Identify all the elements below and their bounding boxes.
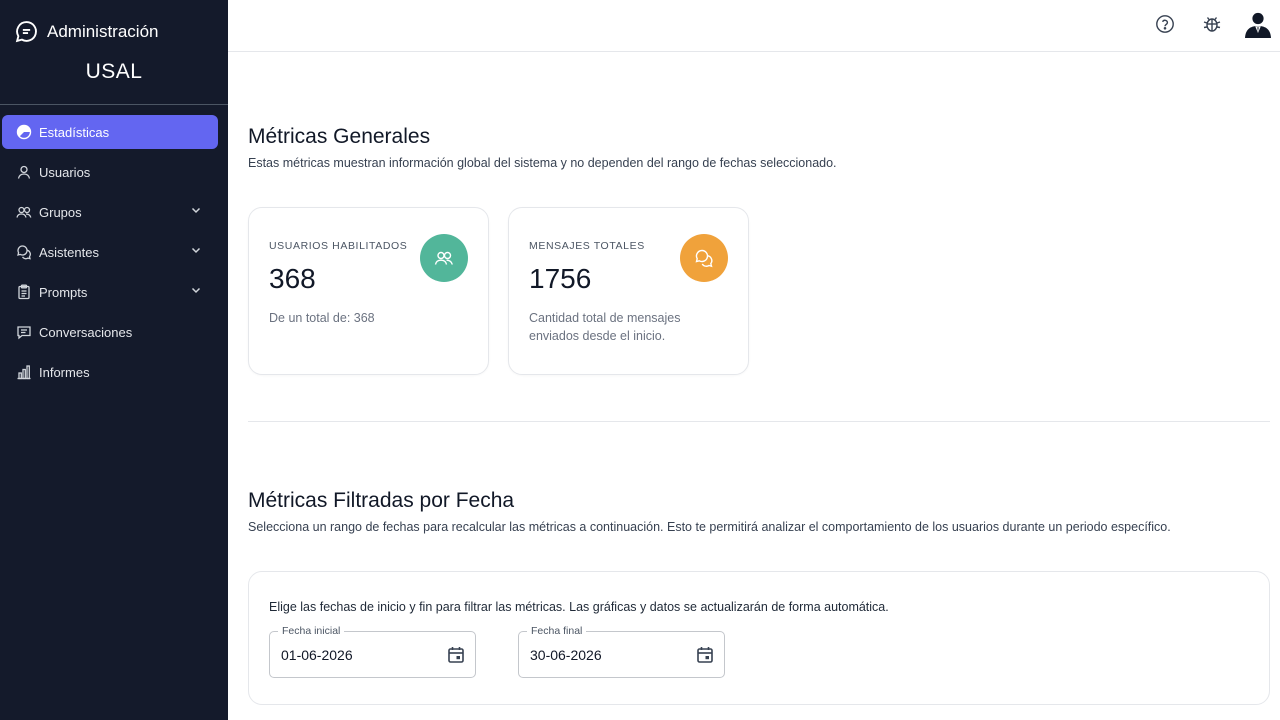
sidebar-item-label: Conversaciones (39, 324, 133, 340)
sidebar: Administración USAL Estadísticas Usuario… (0, 0, 228, 720)
end-date-field[interactable]: Fecha final 30-06-2026 (518, 625, 725, 678)
sidebar-divider (0, 104, 228, 105)
sidebar-nav: Estadísticas Usuarios Grupos Asistentes (0, 115, 228, 389)
start-date-label: Fecha inicial (278, 625, 345, 637)
section-title: Métricas Filtradas por Fecha (248, 489, 515, 512)
metric-note: Cantidad total de mensajes enviados desd… (529, 311, 681, 343)
sidebar-item-estadisticas[interactable]: Estadísticas (2, 115, 218, 149)
start-date-value: 01-06-2026 (281, 646, 353, 663)
users-icon (16, 204, 32, 220)
date-range: Fecha inicial 01-06-2026 Fecha final 30-… (269, 625, 1249, 678)
pie-chart-icon (16, 124, 32, 140)
brand[interactable]: Administración (0, 0, 228, 45)
clipboard-icon (16, 284, 32, 300)
calendar-icon[interactable] (446, 645, 466, 665)
message-square-icon (16, 324, 32, 340)
users-icon (420, 234, 468, 282)
brand-title: Administración (47, 21, 159, 41)
help-circle-icon[interactable] (1154, 13, 1176, 35)
sidebar-item-informes[interactable]: Informes (2, 355, 218, 389)
sidebar-item-label: Prompts (39, 284, 88, 300)
chat-bubbles-icon (680, 234, 728, 282)
user-icon (16, 164, 32, 180)
section-divider (248, 421, 1270, 422)
sidebar-item-usuarios[interactable]: Usuarios (2, 155, 218, 189)
org-name: USAL (85, 60, 143, 83)
calendar-icon[interactable] (695, 645, 715, 665)
end-date-value: 30-06-2026 (530, 646, 602, 663)
sidebar-item-label: Grupos (39, 204, 82, 220)
chat-bubbles-icon (16, 244, 32, 260)
metric-note: De un total de: 368 (269, 311, 375, 325)
sidebar-item-conversaciones[interactable]: Conversaciones (2, 315, 218, 349)
sidebar-item-grupos[interactable]: Grupos (2, 195, 218, 229)
chevron-down-icon[interactable] (190, 204, 202, 216)
chevron-down-icon[interactable] (190, 284, 202, 296)
section-description: Selecciona un rango de fechas para recal… (248, 520, 1171, 534)
bug-icon[interactable] (1201, 13, 1223, 35)
date-filter-card: Elige las fechas de inicio y fin para fi… (248, 571, 1270, 705)
metric-cards: USUARIOS HABILITADOS 368 De un total de:… (248, 207, 749, 375)
metric-card-mensajes: MENSAJES TOTALES 1756 Cantidad total de … (508, 207, 749, 375)
sidebar-item-prompts[interactable]: Prompts (2, 275, 218, 309)
end-date-label: Fecha final (527, 625, 587, 637)
filter-description: Elige las fechas de inicio y fin para fi… (269, 600, 889, 614)
section-description: Estas métricas muestran información glob… (248, 156, 837, 170)
sidebar-item-label: Asistentes (39, 244, 99, 260)
topbar (228, 0, 1280, 52)
sidebar-item-label: Estadísticas (39, 124, 110, 140)
sidebar-item-label: Usuarios (39, 164, 91, 180)
sidebar-item-asistentes[interactable]: Asistentes (2, 235, 218, 269)
sidebar-item-label: Informes (39, 364, 90, 380)
bar-chart-icon (16, 364, 32, 380)
metric-card-usuarios: USUARIOS HABILITADOS 368 De un total de:… (248, 207, 489, 375)
general-metrics-section: Métricas Generales Estas métricas muestr… (248, 125, 1270, 170)
start-date-field[interactable]: Fecha inicial 01-06-2026 (269, 625, 476, 678)
user-avatar-icon[interactable] (1244, 10, 1272, 38)
chevron-down-icon[interactable] (190, 244, 202, 256)
section-title: Métricas Generales (248, 125, 431, 148)
filtered-metrics-section: Métricas Filtradas por Fecha Selecciona … (248, 489, 1270, 534)
chat-logo-icon (14, 19, 39, 44)
